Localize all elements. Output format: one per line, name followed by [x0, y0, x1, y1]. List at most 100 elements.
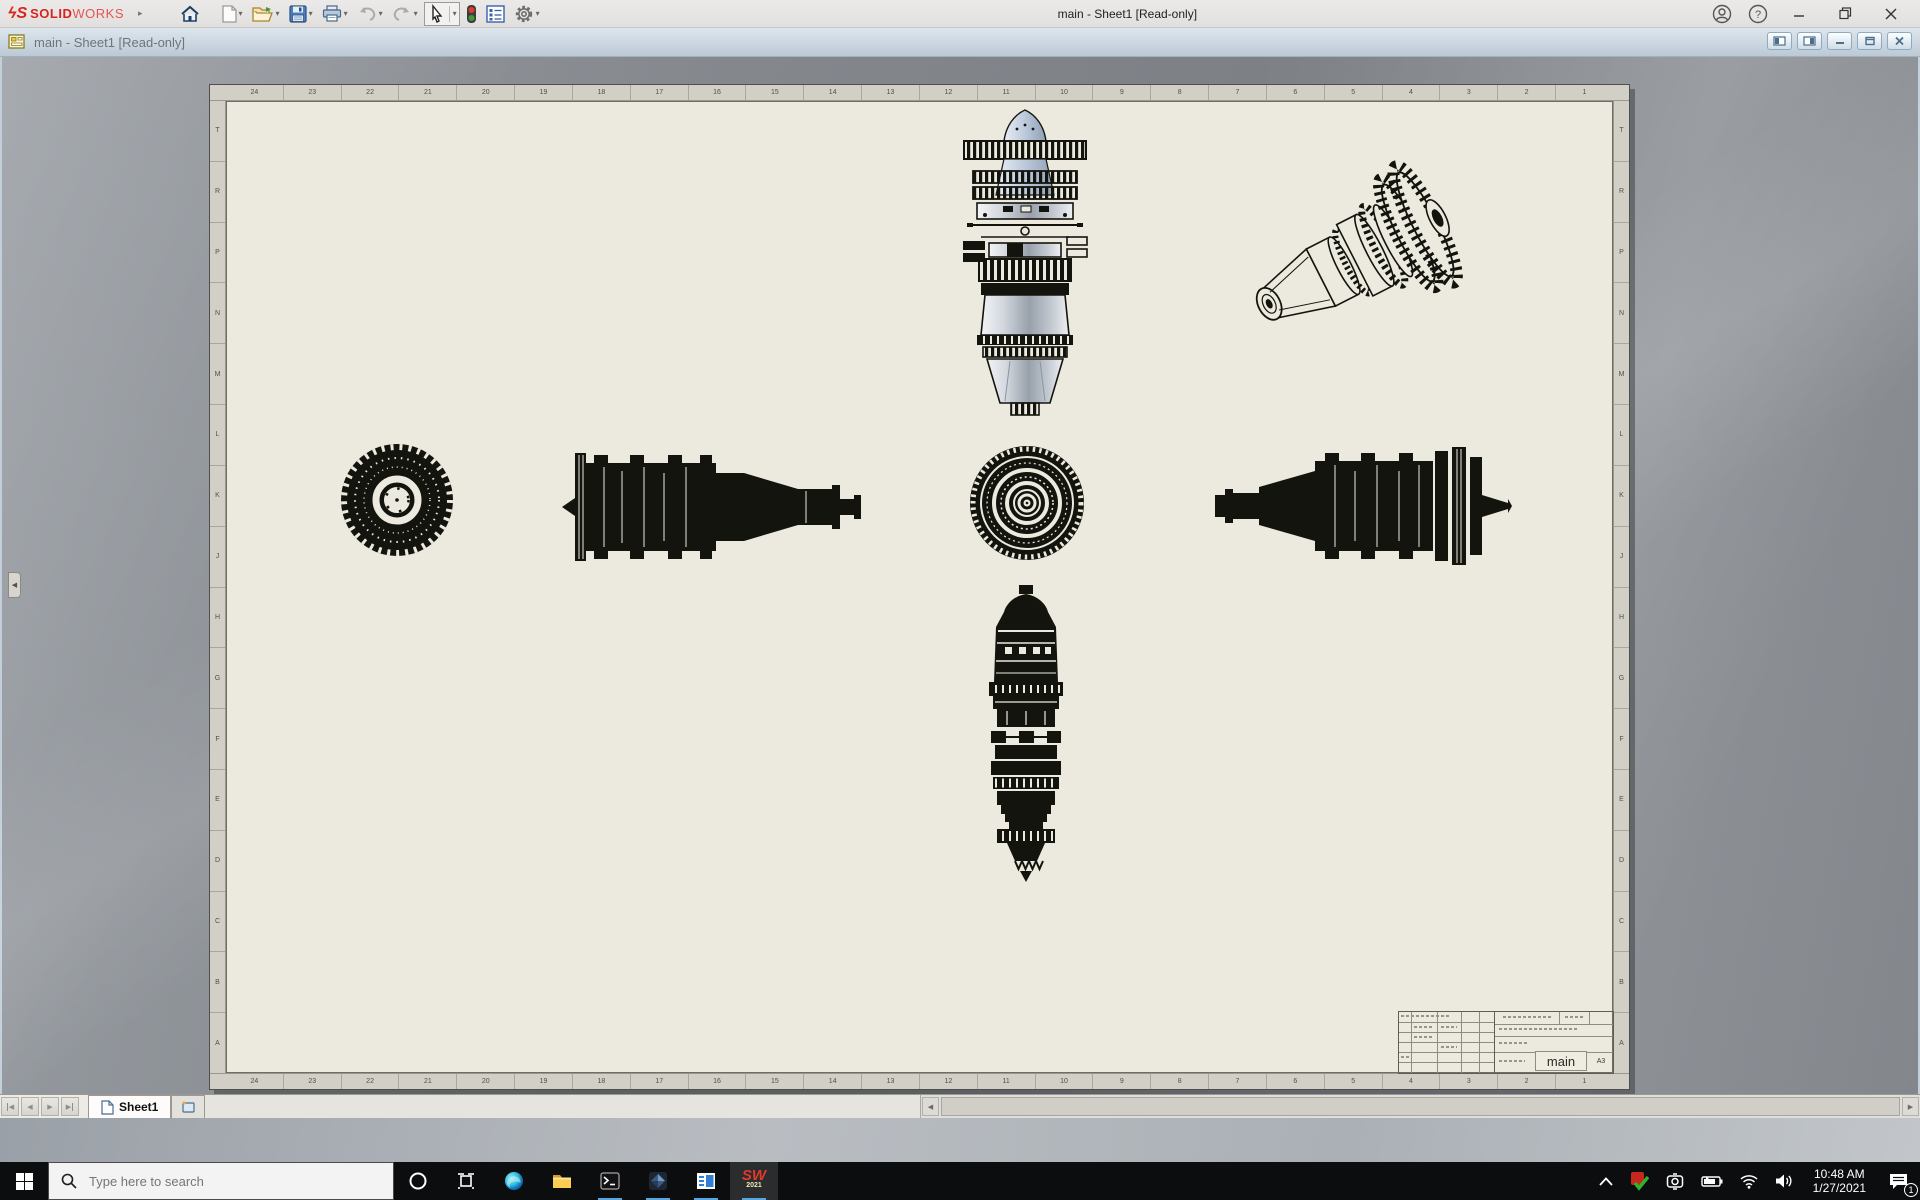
- zone-number: 23: [283, 85, 341, 100]
- terminal-button[interactable]: [586, 1162, 634, 1200]
- notification-badge: 1: [1904, 1183, 1918, 1197]
- search-input[interactable]: [87, 1173, 347, 1190]
- taskbar-clock[interactable]: 10:48 AM 1/27/2021: [1803, 1162, 1876, 1200]
- zone-letter: E: [210, 769, 225, 830]
- zone-number: 6: [1266, 85, 1324, 100]
- drawing-view-bottom[interactable]: [967, 585, 1085, 885]
- graphics-area[interactable]: ◀ 24232221201918171615141312111098765432…: [0, 57, 1920, 1094]
- zone-letter: T: [210, 101, 225, 161]
- restore-button[interactable]: [1830, 1, 1860, 27]
- first-sheet-button[interactable]: ◀: [1, 1097, 19, 1116]
- blue-app-button[interactable]: [682, 1162, 730, 1200]
- action-center-button[interactable]: 1: [1876, 1162, 1920, 1200]
- terminal-icon: [600, 1171, 620, 1191]
- zone-number: 22: [341, 1074, 399, 1089]
- zone-number: 3: [1439, 1074, 1497, 1089]
- print-button[interactable]: ▾: [319, 2, 351, 26]
- undo-dropdown[interactable]: ▾: [379, 9, 383, 18]
- options-dropdown[interactable]: ▾: [536, 9, 540, 18]
- new-document-dropdown[interactable]: ▾: [239, 9, 243, 18]
- zone-letter: L: [1614, 404, 1629, 465]
- minimize-button[interactable]: [1784, 1, 1814, 27]
- zone-number: 5: [1324, 85, 1382, 100]
- horizontal-scrollbar[interactable]: ◀ ▶: [920, 1095, 1920, 1118]
- scrollbar-thumb[interactable]: [941, 1097, 1900, 1116]
- file-explorer-button[interactable]: [538, 1162, 586, 1200]
- cortana-button[interactable]: [394, 1162, 442, 1200]
- zone-letter: A: [210, 1012, 225, 1073]
- drawing-view-side-left[interactable]: [560, 447, 865, 567]
- zone-number: 17: [630, 1074, 688, 1089]
- open-dropdown[interactable]: ▾: [276, 9, 280, 18]
- system-tray: 10:48 AM 1/27/2021 1: [1591, 1162, 1920, 1200]
- zone-letter: J: [210, 526, 225, 587]
- doc-minimize-button[interactable]: [1827, 32, 1852, 50]
- drawing-view-front[interactable]: [338, 441, 456, 559]
- redo-button[interactable]: ▾: [389, 2, 421, 26]
- zone-number: 8: [1150, 1074, 1208, 1089]
- zone-letter: D: [1614, 830, 1629, 891]
- scroll-left-button[interactable]: ◀: [922, 1097, 939, 1116]
- tray-chevron-button[interactable]: [1591, 1162, 1621, 1200]
- toolbar-flyout-arrow[interactable]: ▸: [138, 8, 143, 19]
- last-sheet-button[interactable]: ▶: [61, 1097, 79, 1116]
- next-sheet-button[interactable]: ▶: [41, 1097, 59, 1116]
- drawing-view-isometric[interactable]: [1235, 155, 1503, 351]
- tray-capture-button[interactable]: [1657, 1162, 1693, 1200]
- home-button[interactable]: [177, 2, 203, 26]
- display-report-button[interactable]: [483, 2, 508, 26]
- list-report-icon: [486, 5, 505, 23]
- options-button[interactable]: ▾: [511, 2, 543, 26]
- tray-volume-button[interactable]: [1767, 1162, 1803, 1200]
- drawing-view-top[interactable]: [955, 107, 1095, 417]
- pane-right-button[interactable]: [1797, 32, 1822, 50]
- task-view-button[interactable]: [442, 1162, 490, 1200]
- zone-letter: N: [1614, 282, 1629, 343]
- tray-battery-button[interactable]: [1693, 1162, 1731, 1200]
- tray-solidworks-status[interactable]: [1621, 1162, 1657, 1200]
- add-sheet-button[interactable]: [171, 1095, 205, 1118]
- task-view-icon: [457, 1172, 475, 1190]
- tab-sheet1[interactable]: Sheet1: [88, 1095, 171, 1118]
- taskbar-search[interactable]: [48, 1162, 394, 1200]
- previous-sheet-button[interactable]: ◀: [21, 1097, 39, 1116]
- scroll-right-button[interactable]: ▶: [1902, 1097, 1919, 1116]
- help-icon[interactable]: ?: [1748, 4, 1768, 24]
- screen-capture-icon: [1665, 1173, 1685, 1190]
- select-tool-button[interactable]: ▾: [424, 2, 460, 26]
- new-document-button[interactable]: ▾: [219, 2, 246, 26]
- open-button[interactable]: ▾: [249, 2, 283, 26]
- zone-letter: D: [210, 830, 225, 891]
- tab-bar-filler: [205, 1095, 920, 1118]
- select-tool-dropdown[interactable]: ▾: [449, 6, 457, 22]
- zone-number: 20: [456, 85, 514, 100]
- doc-restore-button[interactable]: [1857, 32, 1882, 50]
- drawing-view-back[interactable]: [967, 443, 1087, 563]
- solidworks-taskbar-button[interactable]: SW 2021: [730, 1162, 778, 1200]
- visualize-button[interactable]: [634, 1162, 682, 1200]
- document-title: main - Sheet1 [Read-only]: [34, 35, 185, 50]
- zone-letter: K: [1614, 465, 1629, 526]
- edge-icon: [504, 1171, 524, 1191]
- account-icon[interactable]: [1712, 4, 1732, 24]
- undo-button[interactable]: ▾: [354, 2, 386, 26]
- drawing-view-side-right[interactable]: [1213, 445, 1513, 567]
- speaker-icon: [1775, 1173, 1795, 1189]
- print-dropdown[interactable]: ▾: [344, 9, 348, 18]
- redo-dropdown[interactable]: ▾: [414, 9, 418, 18]
- open-icon: [252, 5, 274, 23]
- zone-letter: H: [1614, 587, 1629, 648]
- edge-button[interactable]: [490, 1162, 538, 1200]
- close-button[interactable]: [1876, 1, 1906, 27]
- zone-letter: G: [210, 647, 225, 708]
- pane-left-button[interactable]: [1767, 32, 1792, 50]
- panel-collapse-tab[interactable]: ◀: [8, 572, 21, 598]
- start-button[interactable]: [0, 1162, 48, 1200]
- save-button[interactable]: ▾: [286, 2, 316, 26]
- tray-network-button[interactable]: [1731, 1162, 1767, 1200]
- zone-letter: C: [1614, 891, 1629, 952]
- drawing-sheet[interactable]: 242322212019181716151413121110987654321 …: [209, 84, 1630, 1090]
- save-dropdown[interactable]: ▾: [309, 9, 313, 18]
- performance-evaluation-button[interactable]: [463, 2, 480, 26]
- zone-number: 16: [688, 85, 746, 100]
